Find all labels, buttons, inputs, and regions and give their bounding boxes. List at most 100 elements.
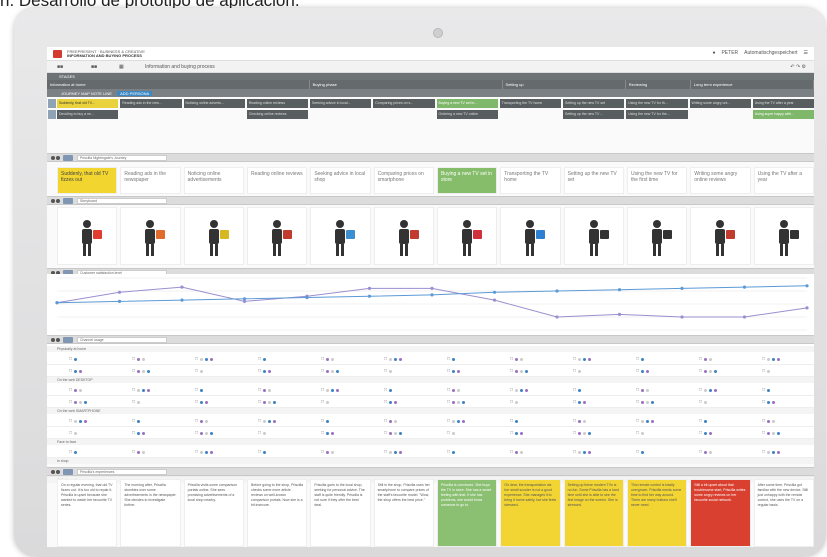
channel-cell[interactable]: □ [69, 430, 78, 436]
channel-cell[interactable]: □ [258, 356, 267, 362]
channel-cell[interactable]: □ [762, 368, 771, 374]
channel-cell[interactable]: □ [321, 399, 330, 405]
channel-cell[interactable]: □ [762, 356, 781, 362]
channel-cell[interactable]: □ [636, 430, 645, 436]
channel-cell[interactable]: □ [195, 356, 214, 362]
storyboard-frame[interactable] [57, 207, 118, 265]
experience-card[interactable]: After some time, Priscilla got familiar … [753, 479, 814, 547]
storyboard-frame[interactable] [563, 207, 624, 265]
step-card[interactable]: Seeking advice in local... [310, 99, 372, 108]
channel-cell[interactable]: □ [384, 399, 398, 405]
data-point[interactable] [180, 298, 184, 302]
experience-card[interactable]: Before going to the shop, Priscilla chec… [246, 479, 308, 547]
channel-cell[interactable]: □ [447, 368, 461, 374]
data-point[interactable] [367, 286, 372, 290]
storyboard-frame[interactable] [310, 207, 371, 265]
experience-card[interactable]: Setting up these modern TVs is no fun. S… [563, 479, 624, 547]
channel-cell[interactable]: □ [69, 399, 88, 405]
channel-cell[interactable]: □ [636, 356, 645, 362]
phase-3[interactable]: Reviewing [626, 80, 691, 89]
phase-2[interactable]: Setting up [503, 80, 626, 89]
user-icon[interactable]: ● [712, 50, 715, 56]
step-card[interactable]: Reading online reviews [246, 99, 308, 108]
storyboard-frame[interactable] [626, 207, 688, 265]
journey-step[interactable]: Writing some angry online reviews [690, 167, 751, 194]
channel-cell[interactable]: □ [132, 387, 151, 393]
data-point[interactable] [430, 286, 434, 290]
journey-step[interactable]: Noticing online advertisements [183, 167, 244, 194]
storyboard-frame[interactable] [373, 207, 434, 265]
channel-cell[interactable]: □ [132, 430, 146, 436]
channel-cell[interactable]: □ [132, 368, 151, 374]
channel-cell[interactable]: □ [132, 449, 146, 455]
channel-cell[interactable]: □ [195, 387, 204, 393]
channel-cell[interactable]: □ [321, 430, 335, 436]
step-card[interactable]: Checking online reviews [246, 110, 308, 119]
channel-cell[interactable]: □ [510, 356, 524, 362]
data-point[interactable] [555, 315, 559, 319]
storyboard-frame[interactable] [500, 207, 561, 265]
channel-cell[interactable]: □ [762, 430, 781, 436]
channel-cell[interactable]: □ [384, 449, 403, 455]
channel-cell[interactable]: □ [447, 356, 456, 362]
channel-cell[interactable]: □ [573, 430, 592, 436]
channel-cell[interactable]: □ [762, 399, 776, 405]
channel-cell[interactable]: □ [258, 449, 267, 455]
step-card[interactable]: Noticing online adverts... [183, 99, 245, 108]
experience-card[interactable]: This remote control is totally overgrown… [626, 479, 688, 547]
experience-card[interactable]: Oh dear, the transportation via her smal… [500, 479, 561, 547]
journey-step[interactable]: Setting up the new TV set [563, 167, 624, 194]
channel-cell[interactable]: □ [195, 430, 214, 436]
channel-cell[interactable]: □ [132, 399, 141, 405]
data-point[interactable] [367, 294, 372, 298]
data-point[interactable] [117, 299, 122, 303]
channel-cell[interactable]: □ [510, 430, 524, 436]
channel-cell[interactable]: □ [573, 356, 592, 362]
experience-card[interactable]: On a regular evening, that old TV fizzes… [57, 479, 118, 547]
channel-cell[interactable]: □ [195, 368, 204, 374]
experience-card[interactable]: Priscilla goes to the local shop, seekin… [310, 479, 371, 547]
channel-cell[interactable]: □ [132, 356, 146, 362]
channel-cell[interactable]: □ [762, 387, 771, 393]
journey-step[interactable]: Using the TV after a year [753, 167, 814, 194]
step-card[interactable]: Setting up the new TV set [563, 99, 625, 108]
channel-cell[interactable]: □ [447, 399, 466, 405]
channel-cell[interactable]: □ [699, 418, 708, 424]
channel-cell[interactable]: □ [762, 449, 781, 455]
channel-cell[interactable]: □ [510, 387, 529, 393]
journey-step[interactable]: Reading online reviews [246, 167, 308, 194]
step-card[interactable]: Using the new TV for the... [626, 110, 688, 119]
channel-cell[interactable]: □ [321, 368, 340, 374]
user-name[interactable]: PETER [721, 50, 738, 56]
journey-step[interactable]: Suddenly, that old TV fizzes out [57, 167, 118, 194]
data-point[interactable] [617, 288, 622, 292]
channel-cell[interactable]: □ [384, 387, 393, 393]
channel-cell[interactable]: □ [447, 418, 466, 424]
data-point[interactable] [117, 290, 122, 294]
phase-4[interactable]: Long term experience [691, 80, 814, 89]
experience-card[interactable]: Priscilla is convinced. She buys the TV … [436, 479, 498, 547]
data-point[interactable] [805, 284, 809, 288]
toolbar-view-icon[interactable]: ■■ [91, 64, 97, 70]
add-persona-button[interactable]: ADD PERSONA [117, 91, 153, 96]
experience-card[interactable]: Priscilla visits some comparison portals… [183, 479, 244, 547]
channel-cell[interactable]: □ [384, 418, 398, 424]
data-point[interactable] [430, 293, 434, 297]
channel-cell[interactable]: □ [321, 387, 340, 393]
menu-icon[interactable]: ☰ [804, 50, 808, 56]
channel-cell[interactable]: □ [195, 449, 214, 455]
toolbar-actions[interactable]: ↶ ↷ ⚙ [790, 64, 806, 70]
channel-cell[interactable]: □ [573, 387, 582, 393]
channel-cell[interactable]: □ [321, 449, 335, 455]
channel-cell[interactable]: □ [132, 418, 141, 424]
data-point[interactable] [617, 312, 622, 316]
step-card[interactable]: Transporting the TV home [499, 99, 561, 108]
channel-cell[interactable]: □ [69, 449, 78, 455]
channel-cell[interactable]: □ [636, 418, 655, 424]
channel-cell[interactable]: □ [699, 399, 708, 405]
channel-cell[interactable]: □ [258, 387, 272, 393]
step-card[interactable]: Suddenly, that old TV... [57, 99, 119, 108]
channel-cell[interactable]: □ [321, 418, 330, 424]
channel-cell[interactable]: □ [573, 368, 582, 374]
data-point[interactable] [305, 295, 309, 300]
